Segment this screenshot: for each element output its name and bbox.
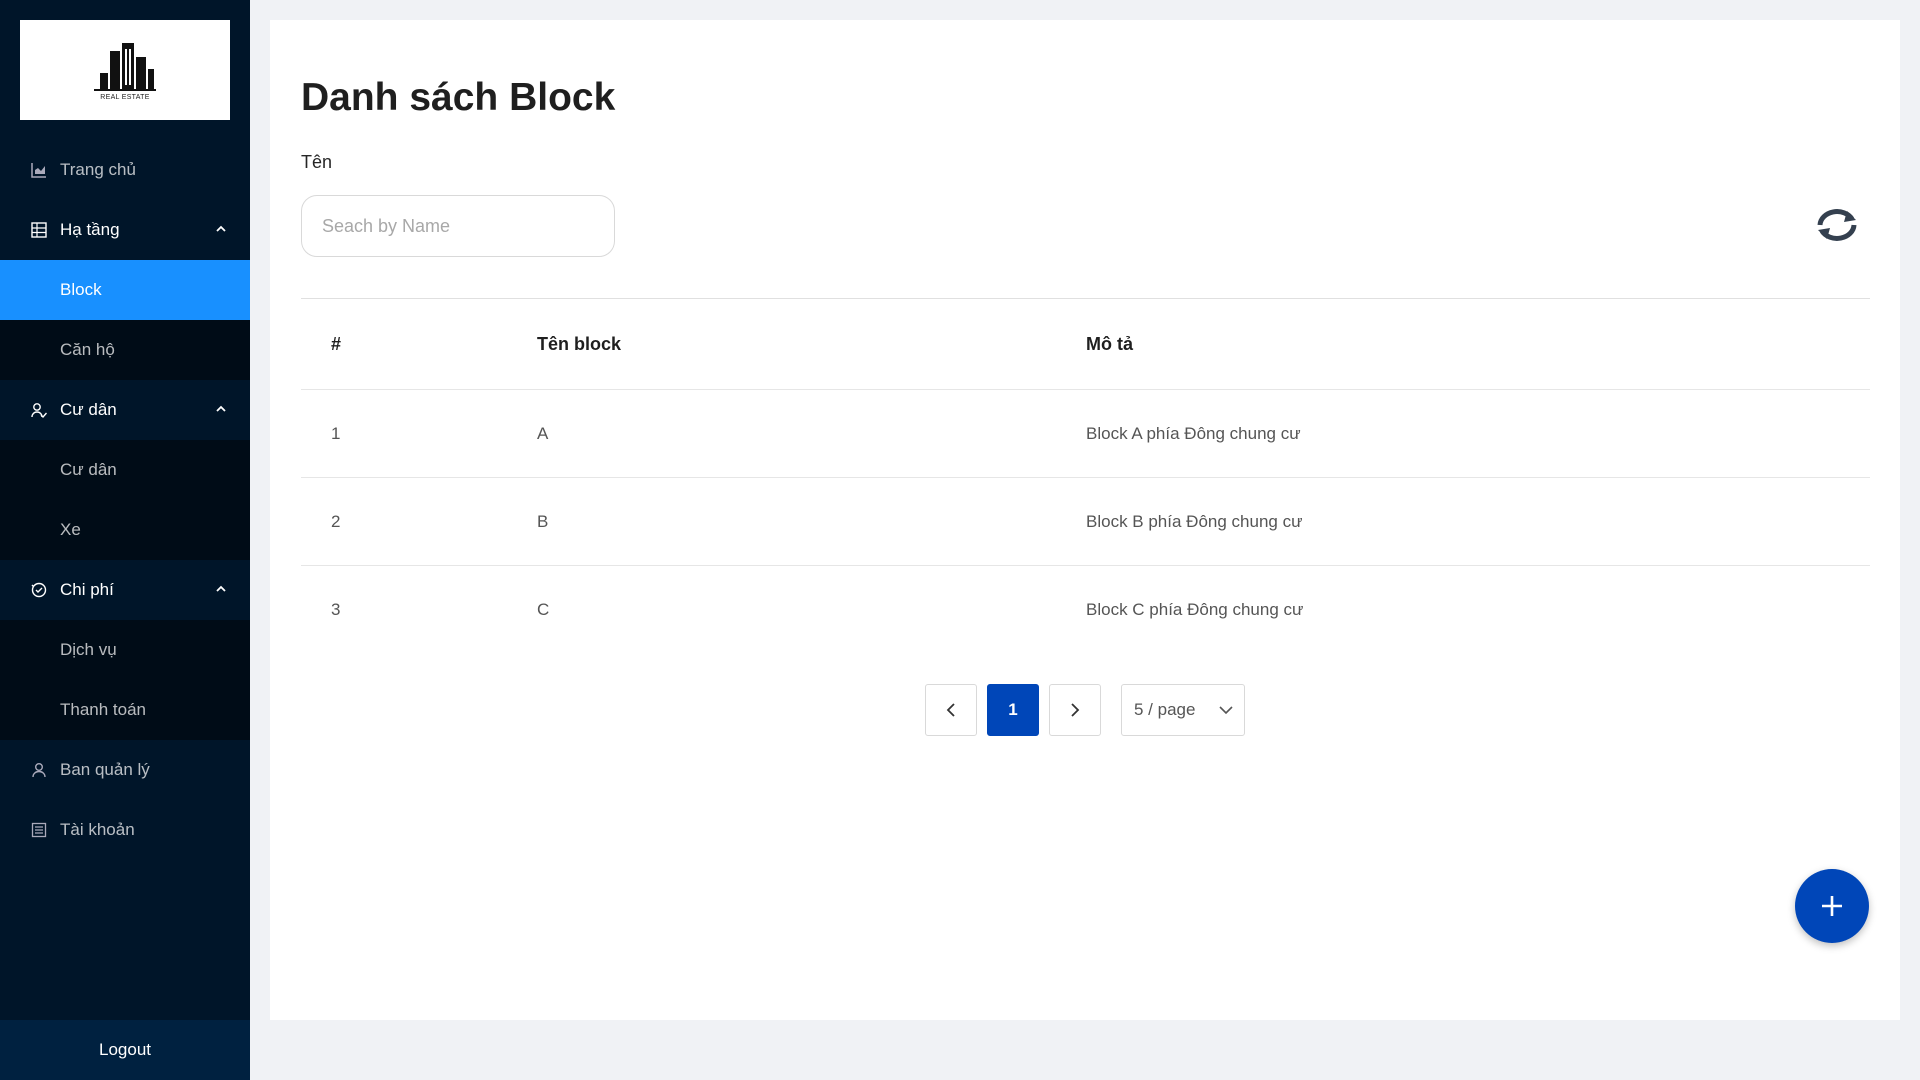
menu-residents-label: Cư dân (60, 460, 117, 479)
menu-residents-group-label: Cư dân (60, 400, 117, 419)
menu-account[interactable]: Tài khoản (0, 800, 250, 860)
menu-services[interactable]: Dịch vụ (0, 620, 250, 680)
block-table: # Tên block Mô tả 1 A Block A phía Đông … (301, 298, 1870, 654)
cell-description: Block A phía Đông chung cư (1086, 423, 1301, 443)
menu-home[interactable]: Trang chủ (0, 140, 250, 200)
menu-block[interactable]: Block (0, 260, 250, 320)
main-content: Danh sách Block Tên # Tên block Mô tả 1 … (270, 20, 1900, 1020)
menu-management[interactable]: Ban quản lý (0, 740, 250, 800)
chart-icon (30, 161, 48, 179)
menu-block-label: Block (60, 280, 102, 299)
menu-infrastructure-label: Hạ tầng (60, 220, 120, 239)
header-index: # (331, 333, 342, 354)
users-icon (30, 401, 48, 419)
plus-icon (1822, 896, 1842, 916)
menu-infrastructure[interactable]: Hạ tầng (0, 200, 250, 260)
side-menu: Trang chủ Hạ tầng Block Căn hộ Cư dân Cư… (0, 140, 250, 860)
menu-vehicles[interactable]: Xe (0, 500, 250, 560)
table-icon (30, 221, 48, 239)
table-row[interactable]: 1 A Block A phía Đông chung cư (301, 390, 1870, 478)
menu-vehicles-label: Xe (60, 520, 81, 539)
cell-index: 1 (331, 423, 341, 443)
logo-text: REAL ESTATE (100, 94, 150, 101)
cell-index: 2 (331, 511, 341, 531)
page-number-button[interactable]: 1 (987, 684, 1039, 736)
cell-description: Block B phía Đông chung cư (1086, 511, 1303, 531)
menu-apartment-label: Căn hộ (60, 340, 115, 359)
pagination: 1 5 / page (925, 684, 1245, 736)
table-header: # Tên block Mô tả (301, 298, 1870, 390)
menu-home-label: Trang chủ (60, 160, 136, 179)
menu-residents[interactable]: Cư dân (0, 440, 250, 500)
clock-money-icon (30, 581, 48, 599)
sidebar: REAL ESTATE Trang chủ Hạ tầng Block Căn … (0, 0, 250, 1080)
menu-apartment[interactable]: Căn hộ (0, 320, 250, 380)
logo[interactable]: REAL ESTATE (20, 20, 230, 120)
page-size-select[interactable]: 5 / page (1121, 684, 1245, 736)
user-icon (30, 761, 48, 779)
next-page-button[interactable] (1049, 684, 1101, 736)
table-row[interactable]: 3 C Block C phía Đông chung cư (301, 566, 1870, 654)
menu-account-label: Tài khoản (60, 820, 135, 839)
chevron-up-icon (216, 585, 226, 592)
prev-page-button[interactable] (925, 684, 977, 736)
logout-button[interactable]: Logout (0, 1020, 250, 1080)
table-row[interactable]: 2 B Block B phía Đông chung cư (301, 478, 1870, 566)
page-size-value: 5 / page (1134, 700, 1196, 719)
chevron-left-icon (946, 703, 955, 717)
search-input[interactable] (301, 195, 615, 257)
chevron-right-icon (1071, 703, 1080, 717)
header-description: Mô tả (1086, 333, 1133, 354)
chevron-up-icon (216, 405, 226, 412)
add-block-button[interactable] (1795, 869, 1869, 943)
building-logo-icon (94, 43, 156, 91)
menu-residents-group[interactable]: Cư dân (0, 380, 250, 440)
cell-block-name: A (537, 423, 549, 443)
menu-payments-label: Thanh toán (60, 700, 147, 719)
menu-costs[interactable]: Chi phí (0, 560, 250, 620)
list-icon (30, 821, 48, 839)
menu-payments[interactable]: Thanh toán (0, 680, 250, 740)
cell-block-name: B (537, 511, 549, 531)
header-block-name: Tên block (537, 333, 622, 354)
menu-costs-label: Chi phí (60, 580, 114, 599)
menu-management-label: Ban quản lý (60, 760, 150, 779)
cell-description: Block C phía Đông chung cư (1086, 600, 1304, 619)
chevron-down-icon (1219, 706, 1233, 715)
cell-index: 3 (331, 600, 341, 619)
page-title: Danh sách Block (301, 76, 616, 119)
cell-block-name: C (537, 600, 550, 619)
menu-services-label: Dịch vụ (60, 640, 117, 659)
chevron-up-icon (216, 225, 226, 232)
name-filter-label: Tên (301, 152, 333, 172)
refresh-button[interactable] (1810, 203, 1864, 247)
refresh-icon (1817, 209, 1857, 241)
